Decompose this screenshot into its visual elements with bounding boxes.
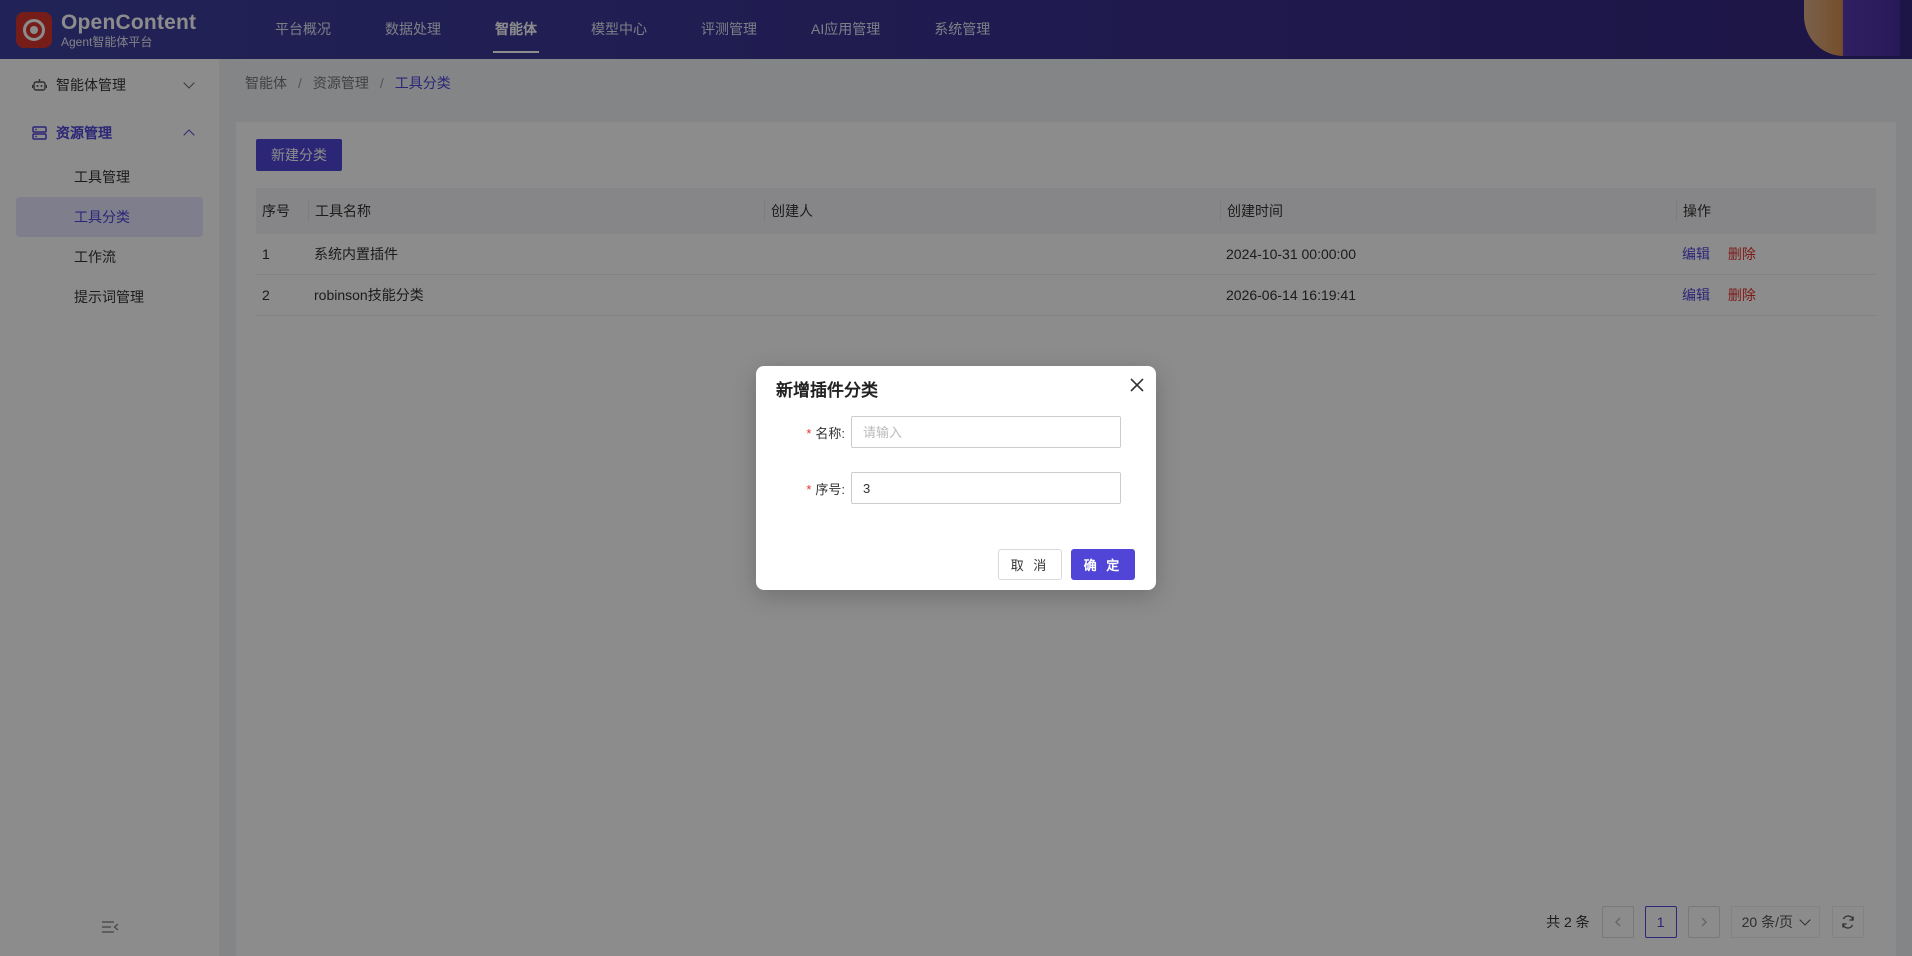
required-mark: * xyxy=(806,481,812,497)
confirm-button[interactable]: 确 定 xyxy=(1071,549,1135,580)
close-icon[interactable] xyxy=(1128,376,1146,394)
sequence-label: * 序号: xyxy=(806,481,845,497)
required-mark: * xyxy=(806,425,812,441)
dialog-title: 新增插件分类 xyxy=(776,381,878,400)
name-input[interactable] xyxy=(851,416,1121,448)
add-category-dialog: 新增插件分类 *名称: *序号: 取 消 确 定 xyxy=(756,366,1156,590)
cancel-button[interactable]: 取 消 xyxy=(998,549,1062,580)
name-label: * 名称: xyxy=(806,425,845,441)
sequence-form-row: * 序号: xyxy=(756,472,1156,504)
name-form-row: * 名称: xyxy=(756,416,1156,448)
sequence-input[interactable] xyxy=(851,472,1121,504)
